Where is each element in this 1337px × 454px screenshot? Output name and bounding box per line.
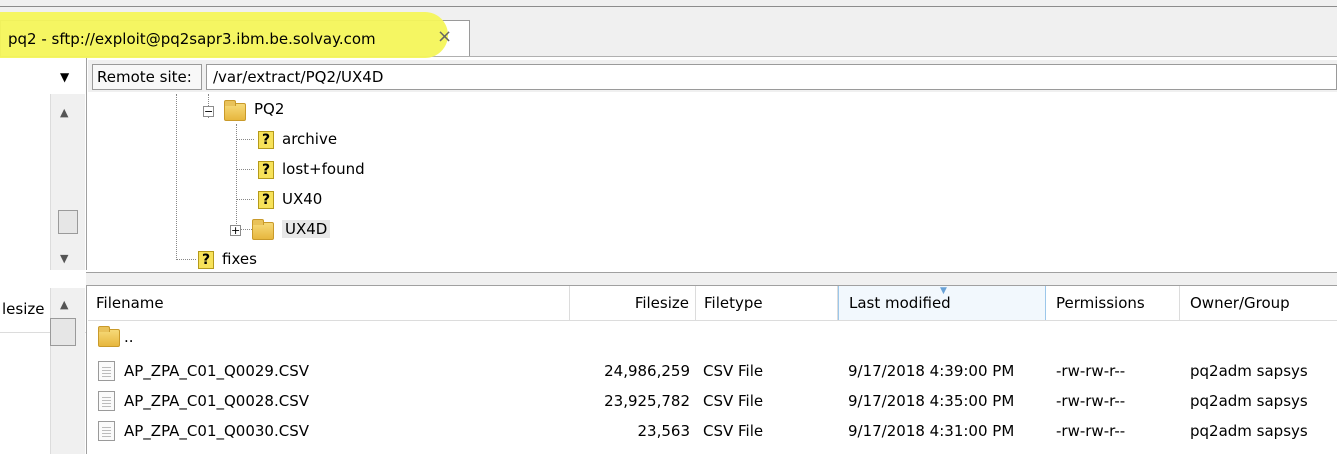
file-row-filesize: 23,563 — [637, 422, 691, 440]
file-row-owner: pq2adm sapsys — [1190, 422, 1308, 440]
local-filesize-header[interactable]: lesize — [2, 300, 44, 318]
collapse-icon[interactable]: − — [203, 106, 214, 117]
column-header-owner-group[interactable]: Owner/Group — [1180, 286, 1337, 320]
close-icon[interactable]: × — [437, 26, 452, 47]
file-icon — [98, 391, 115, 411]
tree-line — [176, 259, 196, 260]
file-row-owner: pq2adm sapsys — [1190, 362, 1308, 380]
tree-line — [236, 199, 254, 200]
scroll-down-icon[interactable]: ▼ — [60, 252, 68, 265]
tree-item-ux40[interactable]: UX40 — [282, 190, 322, 208]
file-row-filename[interactable]: AP_ZPA_C01_Q0030.CSV — [124, 422, 309, 440]
unknown-folder-icon: ? — [258, 131, 274, 149]
file-row-filesize: 24,986,259 — [604, 362, 690, 380]
file-row-filetype: CSV File — [703, 362, 764, 380]
folder-icon — [252, 219, 274, 240]
file-row-modified: 9/17/2018 4:39:00 PM — [848, 362, 1015, 380]
pane-splitter[interactable] — [86, 272, 1337, 286]
remote-tree — [88, 94, 1337, 270]
file-row-permissions: -rw-rw-r-- — [1056, 422, 1126, 440]
file-row-modified: 9/17/2018 4:31:00 PM — [848, 422, 1015, 440]
remote-path-input[interactable] — [206, 64, 1337, 90]
tree-item-ux4d[interactable]: UX4D — [282, 220, 331, 238]
file-row-owner: pq2adm sapsys — [1190, 392, 1308, 410]
column-header-filename[interactable]: Filename — [88, 286, 570, 320]
file-row-filename[interactable]: AP_ZPA_C01_Q0028.CSV — [124, 392, 309, 410]
file-icon — [98, 421, 115, 441]
tree-line — [236, 139, 254, 140]
tree-item-lost-found[interactable]: lost+found — [282, 160, 365, 178]
unknown-folder-icon: ? — [258, 191, 274, 209]
top-divider — [0, 6, 1337, 7]
file-row-permissions: -rw-rw-r-- — [1056, 362, 1126, 380]
file-row-filename[interactable]: AP_ZPA_C01_Q0029.CSV — [124, 362, 309, 380]
unknown-folder-icon: ? — [258, 161, 274, 179]
column-header-filesize[interactable]: Filesize — [570, 286, 696, 320]
chevron-down-icon[interactable]: ▼ — [60, 70, 69, 84]
tab-title[interactable]: pq2 - sftp://exploit@pq2sapr3.ibm.be.sol… — [8, 30, 376, 48]
local-file-scrollbar[interactable] — [50, 288, 85, 454]
file-row-permissions: -rw-rw-r-- — [1056, 392, 1126, 410]
folder-icon — [224, 100, 246, 121]
scrollbar-thumb[interactable] — [50, 318, 76, 346]
tree-item-pq2[interactable]: PQ2 — [254, 100, 284, 118]
file-row-filetype: CSV File — [703, 422, 764, 440]
expand-icon[interactable]: + — [230, 225, 241, 236]
file-icon — [98, 361, 115, 381]
tree-line — [176, 94, 177, 260]
file-row-filetype: CSV File — [703, 392, 764, 410]
unknown-folder-icon: ? — [198, 251, 214, 269]
sort-descending-icon: ▼ — [940, 286, 947, 296]
tree-item-fixes[interactable]: fixes — [222, 250, 257, 268]
local-tree-scrollbar[interactable] — [50, 94, 85, 270]
folder-icon — [98, 326, 120, 347]
file-row-filesize: 23,925,782 — [604, 392, 690, 410]
tree-item-archive[interactable]: archive — [282, 130, 337, 148]
column-header-filetype[interactable]: Filetype — [696, 286, 838, 320]
scroll-up-icon[interactable]: ▲ — [60, 106, 68, 119]
remote-site-label: Remote site: — [97, 68, 192, 86]
parent-directory[interactable]: .. — [124, 328, 134, 346]
scrollbar-thumb[interactable] — [58, 210, 78, 234]
file-row-modified: 9/17/2018 4:35:00 PM — [848, 392, 1015, 410]
scroll-up-icon[interactable]: ▲ — [60, 298, 68, 311]
tree-line — [236, 169, 254, 170]
column-header-permissions[interactable]: Permissions — [1046, 286, 1180, 320]
